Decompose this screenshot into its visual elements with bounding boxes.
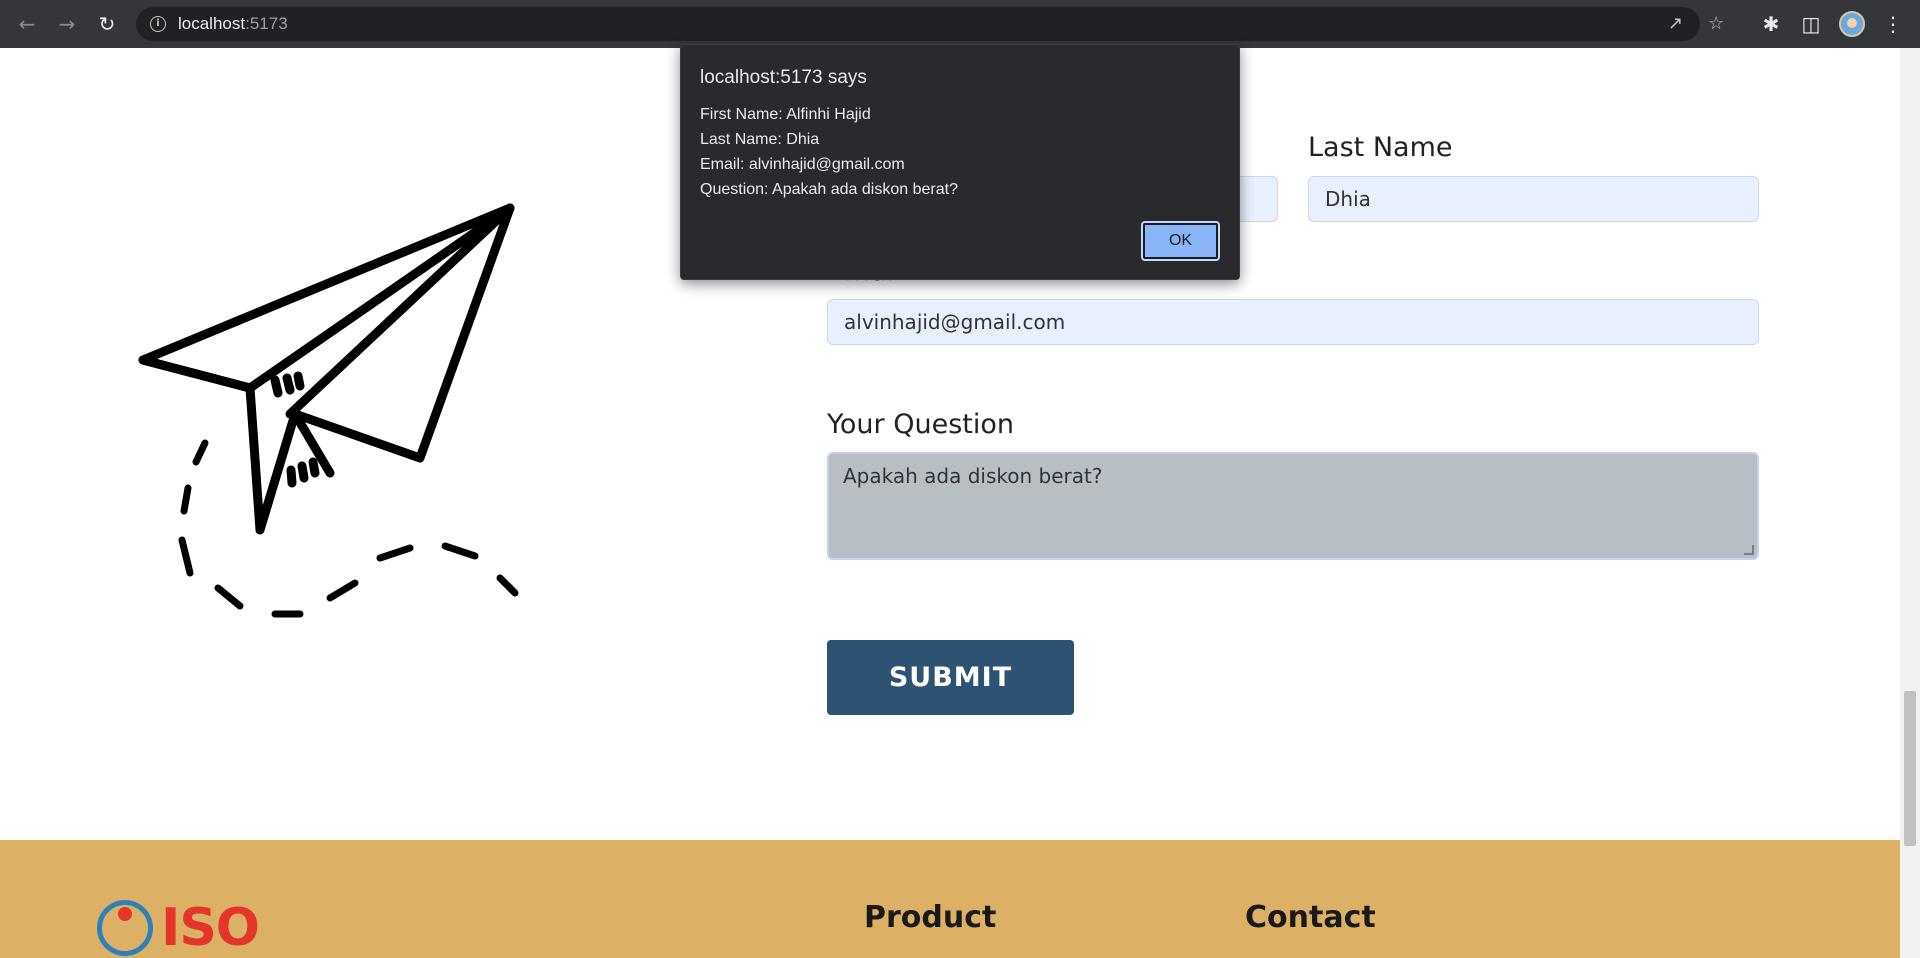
share-icon[interactable]: ↗ [1668, 13, 1683, 34]
last-name-field[interactable]: Dhia [1308, 176, 1759, 222]
site-info-icon[interactable]: i [150, 16, 166, 32]
footer: ISO Product Contact [0, 840, 1900, 958]
alert-dialog: localhost:5173 says First Name: Alfinhi … [680, 44, 1240, 280]
question-label: Your Question [827, 409, 1014, 440]
dialog-line-email: Email: alvinhajid@gmail.com [700, 156, 905, 173]
dialog-line-first-name: First Name: Alfinhi Hajid [700, 106, 871, 123]
side-panel-icon[interactable]: ◫ [1797, 10, 1825, 38]
dialog-title: localhost:5173 says [700, 67, 867, 88]
back-icon[interactable]: ← [13, 10, 41, 38]
menu-kebab-icon[interactable]: ⋮ [1879, 10, 1907, 38]
email-field[interactable]: alvinhajid@gmail.com [827, 299, 1759, 345]
forward-icon[interactable]: → [53, 10, 81, 38]
paper-plane-illustration [138, 203, 519, 618]
reload-icon[interactable]: ↻ [93, 10, 121, 38]
profile-avatar[interactable] [1839, 11, 1865, 37]
page-scrollbar[interactable] [1900, 48, 1920, 958]
question-text: Apakah ada diskon berat? [843, 464, 1103, 488]
last-name-label: Last Name [1308, 132, 1453, 163]
logo-emblem-icon [97, 900, 153, 956]
footer-product-heading: Product [864, 900, 997, 935]
extensions-icon[interactable]: ✱ [1757, 10, 1785, 38]
dialog-line-last-name: Last Name: Dhia [700, 131, 820, 148]
logo-text: ISO [161, 898, 260, 958]
browser-toolbar: ← → ↻ i localhost:5173 ↗ ☆ ✱ ◫ ⋮ [0, 0, 1920, 48]
bookmark-star-icon[interactable]: ☆ [1708, 13, 1724, 34]
submit-button[interactable]: SUBMIT [827, 640, 1074, 715]
dialog-ok-button[interactable]: OK [1141, 221, 1220, 261]
scrollbar-thumb[interactable] [1904, 691, 1916, 846]
question-textarea[interactable]: Apakah ada diskon berat? [827, 452, 1759, 560]
footer-contact-heading: Contact [1245, 900, 1376, 935]
dialog-line-question: Question: Apakah ada diskon berat? [700, 181, 958, 198]
address-bar[interactable]: i localhost:5173 ↗ ☆ [136, 7, 1724, 41]
url-text: localhost:5173 [178, 14, 288, 33]
resize-handle-icon[interactable] [1744, 545, 1754, 555]
iso-logo: ISO [97, 898, 297, 958]
